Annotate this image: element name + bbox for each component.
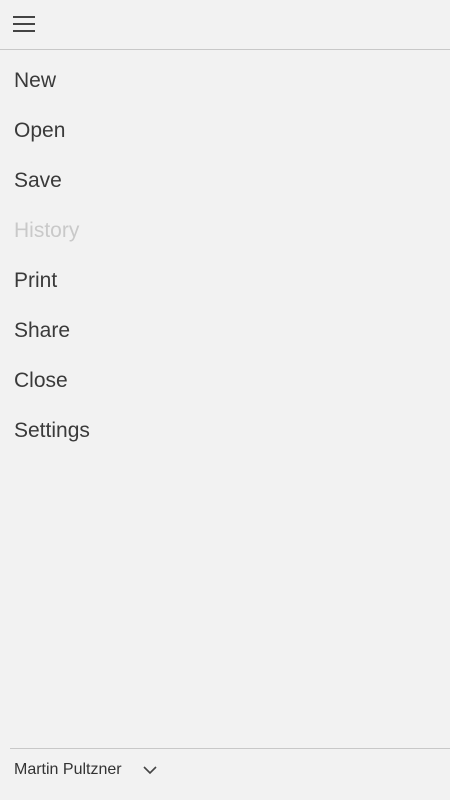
menu-item-open[interactable]: Open xyxy=(0,106,450,156)
menu-item-history: History xyxy=(14,219,80,242)
top-bar xyxy=(0,0,450,50)
bottom-divider xyxy=(10,748,450,749)
menu-item-close[interactable]: Close xyxy=(0,356,450,406)
menu-item-settings[interactable]: Settings xyxy=(0,406,450,456)
menu-item-print[interactable]: Print xyxy=(0,256,450,306)
menu-item-share[interactable]: Share xyxy=(0,306,450,356)
account-switcher[interactable]: Martin Pultzner xyxy=(14,756,158,784)
hamburger-menu-icon[interactable] xyxy=(13,16,35,33)
file-menu: New Open Save History Print Share Close … xyxy=(0,56,450,456)
chevron-down-icon xyxy=(143,766,157,775)
menu-item-save[interactable]: Save xyxy=(0,156,450,206)
account-name: Martin Pultzner xyxy=(14,761,122,778)
menu-item-new[interactable]: New xyxy=(0,56,450,106)
